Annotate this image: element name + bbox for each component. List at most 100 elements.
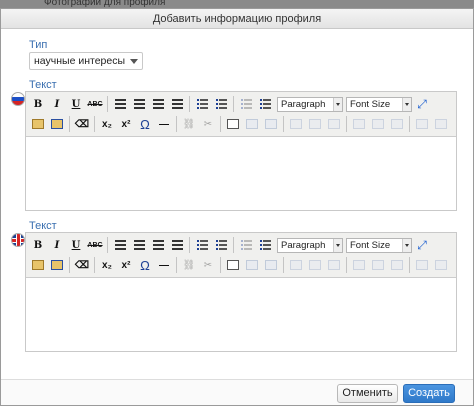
toolbar-separator [346,116,347,132]
row-after-icon [309,260,321,270]
col-after-button[interactable] [369,256,387,274]
toolbar-separator [107,96,108,112]
paste-text-button[interactable] [29,115,47,133]
underline-button[interactable]: U [67,95,85,113]
underline-button[interactable]: U [67,236,85,254]
link-button[interactable]: ⛓ [180,256,198,274]
col-before-icon [353,119,365,129]
align-justify-button[interactable] [168,236,186,254]
outdent-button[interactable] [237,95,255,113]
bullet-list-button[interactable] [193,236,211,254]
create-button[interactable]: Создать [403,384,455,403]
unlink-button[interactable]: ✂ [199,256,217,274]
row-after-button[interactable] [306,115,324,133]
numbered-list-button[interactable] [212,236,230,254]
toolbar-separator [233,96,234,112]
italic-button[interactable]: I [48,236,66,254]
table-props-button[interactable] [262,115,280,133]
row-before-button[interactable] [287,256,305,274]
format-select[interactable]: Paragraph [277,96,343,112]
fullscreen-button[interactable]: ⤢ [413,95,431,113]
col-after-button[interactable] [369,115,387,133]
table-button[interactable] [243,256,261,274]
superscript-button[interactable]: x² [117,115,135,133]
paste-word-button[interactable] [48,115,66,133]
font-size-select[interactable]: Font Size [346,237,412,253]
link-icon: ⛓ [182,118,196,130]
special-char-button[interactable]: Ω [136,256,154,274]
split-cells-button[interactable] [413,115,431,133]
image-icon [227,260,239,270]
col-before-button[interactable] [350,115,368,133]
paste-text-button[interactable] [29,256,47,274]
strikethrough-button[interactable]: ABC [86,95,104,113]
rich-text-editor-en: B I U ABC Paragraph Font Size ⤢ ⌫ x₂ x² … [25,232,457,352]
superscript-button[interactable]: x² [117,256,135,274]
indent-button[interactable] [256,236,274,254]
merge-cells-button[interactable] [432,115,450,133]
horizontal-rule-button[interactable]: — [155,115,173,133]
remove-format-button[interactable]: ⌫ [73,115,91,133]
table-button[interactable] [243,115,261,133]
cancel-button[interactable]: Отменить [337,384,398,403]
indent-button[interactable] [256,95,274,113]
delete-col-icon [391,260,403,270]
table-props-button[interactable] [262,256,280,274]
align-center-button[interactable] [130,95,148,113]
delete-col-button[interactable] [388,115,406,133]
link-button[interactable]: ⛓ [180,115,198,133]
subscript-button[interactable]: x₂ [98,115,116,133]
subscript-button[interactable]: x₂ [98,256,116,274]
delete-col-button[interactable] [388,256,406,274]
chevron-down-icon [333,238,342,252]
italic-button[interactable]: I [48,95,66,113]
remove-format-button[interactable]: ⌫ [73,256,91,274]
toolbar-separator [409,116,410,132]
russia-flag-icon [11,92,25,106]
backdrop-heading: Фотографии для профиля [44,0,166,8]
remove-format-icon: ⌫ [74,118,90,130]
align-left-button[interactable] [111,236,129,254]
align-left-button[interactable] [111,95,129,113]
delete-row-button[interactable] [325,115,343,133]
toolbar-separator [107,237,108,253]
editor-content-area[interactable] [26,137,456,210]
delete-row-icon [328,260,340,270]
editor-toolbar: B I U ABC Paragraph Font Size ⤢ ⌫ x₂ x² … [26,233,456,278]
type-select[interactable]: научные интересы [29,52,143,70]
align-right-button[interactable] [149,95,167,113]
bold-button[interactable]: B [29,236,47,254]
delete-row-button[interactable] [325,256,343,274]
link-icon: ⛓ [182,259,196,271]
chevron-down-icon [402,238,411,252]
row-before-button[interactable] [287,115,305,133]
align-center-button[interactable] [130,236,148,254]
align-justify-button[interactable] [168,95,186,113]
uk-flag-icon [11,233,25,247]
paste-word-icon [51,119,63,129]
unlink-button[interactable]: ✂ [199,115,217,133]
bold-button[interactable]: B [29,95,47,113]
paste-word-button[interactable] [48,256,66,274]
strikethrough-button[interactable]: ABC [86,236,104,254]
image-button[interactable] [224,256,242,274]
merge-cells-button[interactable] [432,256,450,274]
font-size-select[interactable]: Font Size [346,96,412,112]
bullet-list-button[interactable] [193,95,211,113]
numbered-list-button[interactable] [212,95,230,113]
image-icon [227,119,239,129]
col-before-button[interactable] [350,256,368,274]
special-char-button[interactable]: Ω [136,115,154,133]
align-right-button[interactable] [149,236,167,254]
editor-content-area[interactable] [26,278,456,351]
align-right-icon [152,240,164,250]
row-after-button[interactable] [306,256,324,274]
toolbar-separator [283,257,284,273]
image-button[interactable] [224,115,242,133]
outdent-button[interactable] [237,236,255,254]
split-cells-button[interactable] [413,256,431,274]
fullscreen-button[interactable]: ⤢ [413,236,431,254]
remove-format-icon: ⌫ [74,259,90,271]
horizontal-rule-button[interactable]: — [155,256,173,274]
format-select[interactable]: Paragraph [277,237,343,253]
